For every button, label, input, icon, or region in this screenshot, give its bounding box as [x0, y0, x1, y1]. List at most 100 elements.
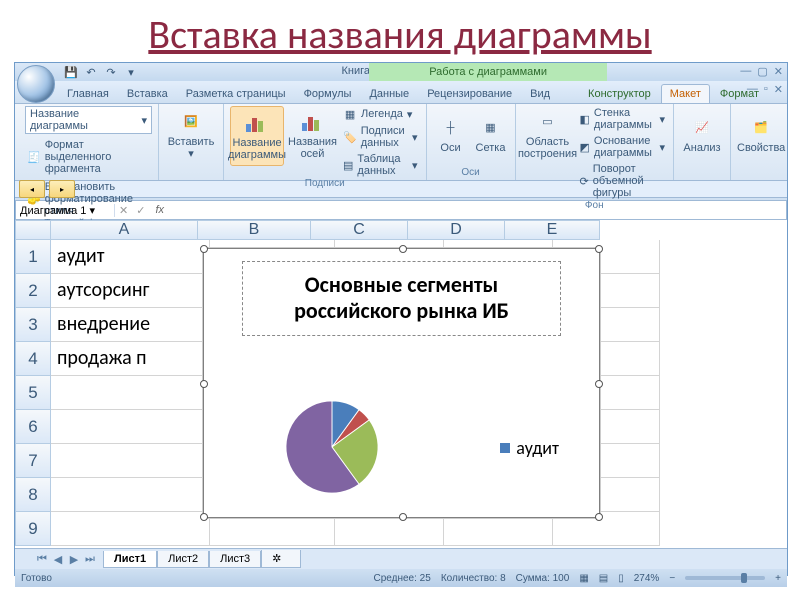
- sheet-nav-last-icon[interactable]: ⏭: [83, 552, 97, 566]
- properties-button[interactable]: 🗂️Свойства: [737, 106, 785, 164]
- resize-handle[interactable]: [595, 513, 603, 521]
- doc-minimize-icon[interactable]: —: [747, 83, 758, 96]
- format-selection-button[interactable]: 🧾Формат выделенного фрагмента: [25, 138, 152, 176]
- wall-icon: ◧: [580, 112, 590, 126]
- col-header[interactable]: E: [505, 220, 600, 240]
- insert-button[interactable]: 🖼️Вставить▾: [165, 106, 217, 164]
- tab-chart-layout[interactable]: Макет: [661, 84, 710, 103]
- office-button[interactable]: [17, 65, 55, 103]
- minimize-icon[interactable]: —: [740, 65, 751, 78]
- cell[interactable]: [51, 410, 210, 444]
- chart-floor-button[interactable]: ◩Основание диаграммы ▾: [578, 134, 668, 160]
- col-header[interactable]: A: [51, 220, 198, 240]
- resize-handle[interactable]: [595, 380, 603, 388]
- resize-handle[interactable]: [200, 380, 208, 388]
- cell[interactable]: продажа п: [51, 342, 210, 376]
- axis-title-button[interactable]: Названия осей: [288, 106, 337, 164]
- chart-wall-button[interactable]: ◧Стенка диаграммы ▾: [578, 106, 668, 132]
- tab-data[interactable]: Данные: [361, 85, 417, 103]
- axes-icon: ┼: [437, 116, 465, 140]
- col-header[interactable]: B: [198, 220, 311, 240]
- zoom-level[interactable]: 274%: [634, 573, 660, 584]
- qat-dropdown-icon[interactable]: ▾: [123, 64, 139, 80]
- fx-icon[interactable]: fx: [149, 204, 170, 216]
- data-labels-button[interactable]: 🏷️Подписи данных ▾: [341, 124, 419, 150]
- view-normal-icon[interactable]: ▦: [579, 573, 588, 584]
- sheet-nav-prev-icon[interactable]: ◀: [51, 552, 65, 566]
- chart-legend[interactable]: аудит: [500, 437, 559, 459]
- tab-page-layout[interactable]: Разметка страницы: [178, 85, 294, 103]
- cell[interactable]: [51, 444, 210, 478]
- resize-handle[interactable]: [200, 513, 208, 521]
- axes-button[interactable]: ┼Оси: [433, 106, 469, 164]
- cell[interactable]: [51, 478, 210, 512]
- chart-element-prev[interactable]: ◂: [19, 180, 45, 198]
- row-header[interactable]: 7: [15, 444, 51, 478]
- tab-insert[interactable]: Вставка: [119, 85, 176, 103]
- resize-handle[interactable]: [399, 245, 407, 253]
- row-header[interactable]: 8: [15, 478, 51, 512]
- view-page-break-icon[interactable]: ▯: [618, 573, 624, 584]
- tab-formulas[interactable]: Формулы: [296, 85, 360, 103]
- close-icon[interactable]: ✕: [774, 65, 783, 78]
- sheet-nav-next-icon[interactable]: ▶: [67, 552, 81, 566]
- row-header[interactable]: 4: [15, 342, 51, 376]
- cell[interactable]: аудит: [51, 240, 210, 274]
- select-all-corner[interactable]: [15, 220, 51, 240]
- rotation-button[interactable]: ⟳Поворот объемной фигуры: [578, 162, 668, 200]
- analysis-button[interactable]: 📈Анализ: [680, 106, 724, 164]
- row-header[interactable]: 5: [15, 376, 51, 410]
- row-header[interactable]: 1: [15, 240, 51, 274]
- plot-area-button[interactable]: ▭Область построения: [522, 106, 574, 164]
- view-page-layout-icon[interactable]: ▤: [599, 573, 608, 584]
- undo-icon[interactable]: ↶: [83, 64, 99, 80]
- selection-name-box[interactable]: Название диаграммы▾: [25, 106, 152, 134]
- new-sheet-button[interactable]: ✲: [261, 550, 301, 568]
- cell[interactable]: [51, 512, 210, 546]
- col-header[interactable]: D: [408, 220, 505, 240]
- doc-close-icon[interactable]: ✕: [774, 83, 783, 96]
- pie-chart[interactable]: [284, 399, 380, 495]
- group-label-labels: Подписи: [230, 178, 419, 191]
- maximize-icon[interactable]: ▢: [757, 65, 767, 78]
- enter-icon[interactable]: ✓: [132, 204, 149, 217]
- zoom-slider[interactable]: [685, 576, 765, 580]
- col-header[interactable]: C: [311, 220, 408, 240]
- row-header[interactable]: 6: [15, 410, 51, 444]
- tab-design[interactable]: Конструктор: [580, 85, 659, 103]
- cancel-icon[interactable]: ✕: [115, 204, 132, 217]
- zoom-out-icon[interactable]: −: [669, 573, 675, 584]
- redo-icon[interactable]: ↷: [103, 64, 119, 80]
- row-header[interactable]: 2: [15, 274, 51, 308]
- chart-title-text[interactable]: Основные сегменты российского рынка ИБ: [242, 261, 561, 336]
- zoom-in-icon[interactable]: +: [775, 573, 781, 584]
- sheet-tab[interactable]: Лист1: [103, 551, 157, 568]
- worksheet-grid[interactable]: A B C D E 1аудит2аутсорсинг3внедрение4пр…: [15, 220, 787, 548]
- sheet-tab[interactable]: Лист2: [157, 551, 209, 568]
- floor-icon: ◩: [580, 140, 590, 154]
- row-header[interactable]: 9: [15, 512, 51, 546]
- resize-handle[interactable]: [595, 245, 603, 253]
- sheet-tab[interactable]: Лист3: [209, 551, 261, 568]
- cell[interactable]: [51, 376, 210, 410]
- tab-review[interactable]: Рецензирование: [419, 85, 520, 103]
- tab-home[interactable]: Главная: [59, 85, 117, 103]
- tab-view[interactable]: Вид: [522, 85, 558, 103]
- row-header[interactable]: 3: [15, 308, 51, 342]
- resize-handle[interactable]: [200, 245, 208, 253]
- context-tab-header: Работа с диаграммами: [369, 63, 607, 81]
- chart-object[interactable]: Основные сегменты российского рынка ИБ а…: [203, 248, 600, 518]
- title-bar: 💾 ↶ ↷ ▾ Книга1 - Microsoft Excel Работа …: [15, 63, 787, 81]
- chart-title-button[interactable]: Название диаграммы: [230, 106, 284, 166]
- name-box[interactable]: Диаграмма 1 ▾: [16, 204, 115, 217]
- data-table-button[interactable]: ▤Таблица данных ▾: [341, 152, 419, 178]
- cell[interactable]: внедрение: [51, 308, 210, 342]
- save-icon[interactable]: 💾: [63, 64, 79, 80]
- resize-handle[interactable]: [399, 513, 407, 521]
- sheet-nav-first-icon[interactable]: ⏮: [35, 552, 49, 566]
- legend-button[interactable]: ▦Легенда ▾: [341, 106, 419, 122]
- chart-element-next[interactable]: ▸: [49, 180, 75, 198]
- doc-restore-icon[interactable]: ▫: [764, 83, 768, 96]
- cell[interactable]: аутсорсинг: [51, 274, 210, 308]
- grid-button[interactable]: ▦Сетка: [473, 106, 509, 164]
